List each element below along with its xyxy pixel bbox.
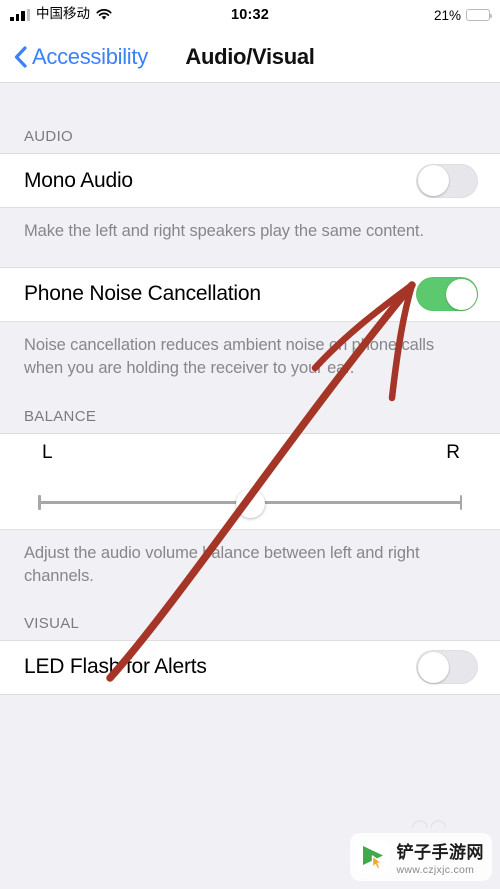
footnote-balance: Adjust the audio volume balance between … [24, 544, 420, 586]
slider-thumb[interactable] [235, 489, 265, 519]
row-led-flash-for-alerts[interactable]: LED Flash for Alerts [0, 639, 500, 695]
settings-list: AUDIO Mono Audio Make the left and right… [0, 84, 500, 889]
balance-channel-labels: L R [0, 442, 500, 464]
clock-label: 10:32 [230, 7, 270, 23]
status-bar-right: 21% [433, 0, 492, 30]
bottom-spacer [0, 694, 500, 815]
row-label-led-flash-for-alerts: LED Flash for Alerts [24, 655, 207, 679]
watermark-url: www.czjxjc.com [396, 864, 475, 876]
toggle-knob [417, 165, 449, 196]
slider-end-cap-left [38, 495, 41, 511]
toggle-knob [417, 651, 449, 683]
chevron-left-icon [14, 45, 27, 68]
toggle-led-flash-for-alerts[interactable] [416, 650, 478, 685]
row-label-mono-audio: Mono Audio [24, 168, 133, 192]
back-button-label: Accessibility [32, 43, 148, 69]
footnote-mono-audio: Make the left and right speakers play th… [24, 222, 424, 240]
play-cursor-logo-icon [355, 840, 390, 874]
status-bar-center: 10:32 [0, 0, 500, 30]
watermark-text: 铲子手游网 www.czjxjc.com [397, 838, 485, 876]
toggle-phone-noise-cancellation[interactable] [416, 277, 478, 312]
balance-slider[interactable] [0, 489, 500, 519]
section-header-audio: AUDIO [24, 128, 74, 145]
balance-label-right: R [446, 442, 460, 464]
iphone-settings-screen: 中国移动 10:32 21% Accessibility Audio/Visua… [0, 0, 500, 889]
footnote-phone-noise-cancellation: Noise cancellation reduces ambient noise… [24, 335, 435, 377]
section-header-balance: BALANCE [24, 408, 97, 426]
watermark: 铲子手游网 www.czjxjc.com [349, 833, 492, 881]
navigation-bar: Accessibility Audio/Visual [0, 30, 500, 83]
slider-end-cap-right [459, 495, 462, 511]
row-label-phone-noise-cancellation: Phone Noise Cancellation [24, 282, 261, 306]
top-spacer [0, 84, 500, 111]
section-header-visual: VISUAL [24, 614, 80, 632]
toggle-knob [445, 278, 477, 310]
watermark-site-name: 铲子手游网 [396, 843, 484, 863]
status-bar: 中国移动 10:32 21% [0, 0, 500, 30]
back-button[interactable]: Accessibility [14, 30, 148, 83]
row-mono-audio[interactable]: Mono Audio [0, 153, 500, 208]
toggle-mono-audio[interactable] [416, 163, 478, 198]
battery-percent-label: 21% [433, 7, 461, 23]
balance-slider-card: L R [0, 433, 500, 531]
balance-label-left: L [42, 442, 53, 464]
battery-icon [466, 9, 492, 21]
row-phone-noise-cancellation[interactable]: Phone Noise Cancellation [0, 266, 500, 322]
